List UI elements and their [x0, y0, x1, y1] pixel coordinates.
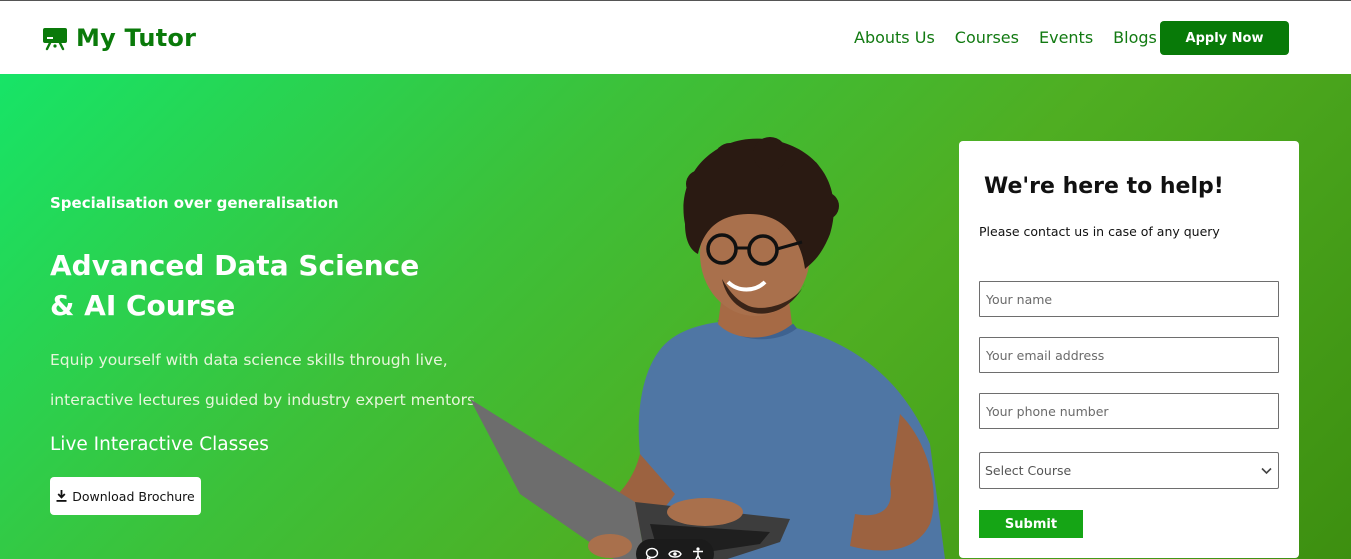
hero-tagline: Specialisation over generalisation: [50, 194, 339, 212]
chevron-down-icon: [1261, 467, 1272, 474]
hero-title-line-2: & AI Course: [50, 289, 236, 322]
contact-form-card: We're here to help! Please contact us in…: [959, 141, 1299, 558]
accessibility-widget[interactable]: [636, 539, 714, 559]
hero-description: Equip yourself with data science skills …: [50, 340, 480, 420]
course-select[interactable]: Select Course: [979, 452, 1279, 489]
brand-logo-link[interactable]: My Tutor: [42, 24, 196, 52]
download-icon: [56, 490, 67, 502]
form-subtitle: Please contact us in case of any query: [979, 224, 1220, 239]
presentation-board-icon: [43, 28, 67, 51]
site-header: My Tutor Abouts Us Courses Events Blogs …: [0, 1, 1351, 74]
hero-title: Advanced Data Science & AI Course: [50, 246, 470, 326]
hero-description-line-2: interactive lectures guided by industry …: [50, 391, 476, 409]
form-title: We're here to help!: [984, 174, 1224, 199]
nav-link-blogs[interactable]: Blogs: [1113, 28, 1157, 47]
email-input[interactable]: [979, 337, 1279, 373]
accessibility-person-icon[interactable]: [691, 547, 705, 559]
student-with-laptop-image: [470, 137, 945, 559]
main-nav: Abouts Us Courses Events Blogs: [854, 28, 1157, 47]
download-brochure-label: Download Brochure: [72, 488, 195, 504]
hero-title-line-1: Advanced Data Science: [50, 249, 420, 282]
download-brochure-button[interactable]: Download Brochure: [50, 477, 201, 515]
hero-section: Specialisation over generalisation Advan…: [0, 74, 1351, 559]
chat-icon[interactable]: [645, 547, 659, 559]
brand-name: My Tutor: [76, 24, 197, 52]
nav-link-about-us[interactable]: Abouts Us: [854, 28, 935, 47]
apply-now-button[interactable]: Apply Now: [1160, 21, 1289, 55]
course-select-value: Select Course: [985, 463, 1072, 478]
phone-input[interactable]: [979, 393, 1279, 429]
submit-button[interactable]: Submit: [979, 510, 1083, 538]
nav-link-courses[interactable]: Courses: [955, 28, 1019, 47]
hero-description-line-1: Equip yourself with data science skills …: [50, 351, 448, 369]
live-classes-label: Live Interactive Classes: [50, 434, 269, 455]
eye-icon[interactable]: [668, 547, 682, 559]
nav-link-events[interactable]: Events: [1039, 28, 1093, 47]
name-input[interactable]: [979, 281, 1279, 317]
